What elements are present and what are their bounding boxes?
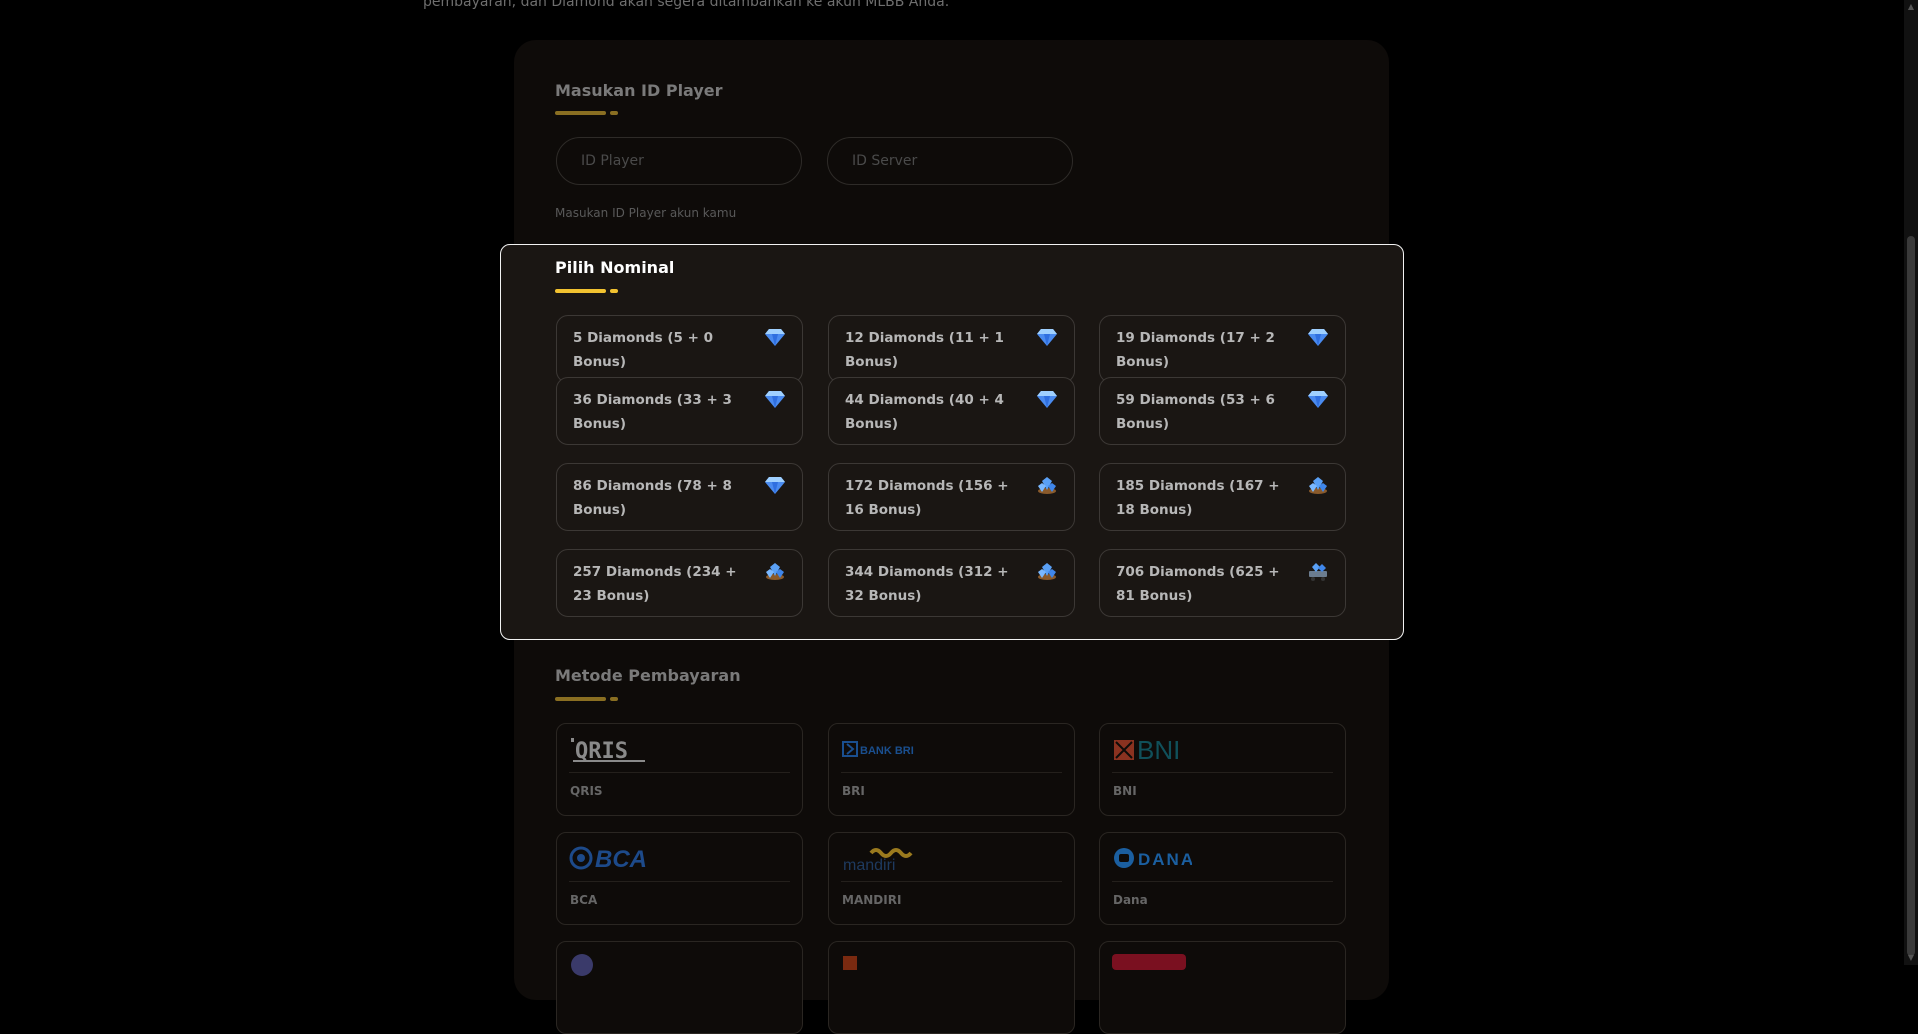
dana-logo: DANA: [1112, 843, 1193, 873]
svg-text:DANA: DANA: [1138, 850, 1192, 869]
payment-method-mandiri[interactable]: mandiri MANDIRI: [828, 832, 1075, 925]
nominal-item-5[interactable]: 5 Diamonds (5 + 0 Bonus): [556, 315, 803, 383]
payment-divider: [1112, 772, 1333, 773]
diamond-pile-icon: [1309, 477, 1327, 494]
nominal-item-706[interactable]: 706 Diamonds (625 + 81 Bonus): [1099, 549, 1346, 617]
payment-method-bni[interactable]: BNI BNI: [1099, 723, 1346, 816]
nominal-item-185[interactable]: 185 Diamonds (167 + 18 Bonus): [1099, 463, 1346, 531]
diamond-pile-icon: [1038, 477, 1056, 494]
payment-method-bca[interactable]: BCA BCA: [556, 832, 803, 925]
diamond-icon: [765, 329, 785, 346]
svg-text:BCA: BCA: [595, 846, 647, 873]
diamond-cart-icon: [1309, 563, 1327, 581]
nominal-item-172[interactable]: 172 Diamonds (156 + 16 Bonus): [828, 463, 1075, 531]
diamond-icon: [1037, 391, 1057, 408]
payment-divider: [841, 881, 1062, 882]
nominal-item-59[interactable]: 59 Diamonds (53 + 6 Bonus): [1099, 377, 1346, 445]
intro-text: pembayaran, dan Diamond akan segera dita…: [423, 0, 950, 10]
payment-logo-icon: [843, 956, 857, 970]
nominal-item-label: 59 Diamonds (53 + 6 Bonus): [1116, 392, 1275, 432]
payment-divider: [841, 772, 1062, 773]
bni-logo: BNI: [1112, 734, 1192, 765]
payment-method-qris[interactable]: QRIS QRIS: [556, 723, 803, 816]
nominal-item-label: 172 Diamonds (156 + 16 Bonus): [845, 478, 1009, 518]
svg-text:mandiri: mandiri: [843, 857, 895, 873]
nominal-item-label: 19 Diamonds (17 + 2 Bonus): [1116, 330, 1275, 370]
payment-method-name: Dana: [1113, 893, 1148, 907]
diamond-pile-icon: [1038, 563, 1056, 580]
payment-logo-icon: [571, 954, 593, 976]
player-id-hint: Masukan ID Player akun kamu: [555, 206, 737, 220]
nominal-item-36[interactable]: 36 Diamonds (33 + 3 Bonus): [556, 377, 803, 445]
nominal-item-label: 344 Diamonds (312 + 32 Bonus): [845, 564, 1009, 604]
payment-divider: [569, 881, 790, 882]
payment-method-name: BCA: [570, 893, 598, 907]
nominal-item-label: 5 Diamonds (5 + 0 Bonus): [573, 330, 714, 370]
bri-logo: BANK BRI: [841, 734, 921, 764]
mandiri-logo: mandiri: [841, 843, 921, 874]
nominal-section-title: Pilih Nominal: [555, 258, 675, 277]
svg-text:BNI: BNI: [1137, 735, 1180, 764]
qris-logo: QRIS: [569, 734, 649, 764]
nominal-item-344[interactable]: 344 Diamonds (312 + 32 Bonus): [828, 549, 1075, 617]
diamond-icon: [1308, 391, 1328, 408]
diamond-icon: [765, 477, 785, 494]
nominal-item-257[interactable]: 257 Diamonds (234 + 23 Bonus): [556, 549, 803, 617]
payment-method-bri[interactable]: BANK BRI BRI: [828, 723, 1075, 816]
diamond-icon: [765, 391, 785, 408]
diamond-icon: [1308, 329, 1328, 346]
payment-section-title: Metode Pembayaran: [555, 666, 741, 685]
nominal-item-label: 257 Diamonds (234 + 23 Bonus): [573, 564, 737, 604]
nominal-item-12[interactable]: 12 Diamonds (11 + 1 Bonus): [828, 315, 1075, 383]
scrollbar[interactable]: ▲ ▼: [1904, 0, 1918, 965]
nominal-item-86[interactable]: 86 Diamonds (78 + 8 Bonus): [556, 463, 803, 531]
player-section-title: Masukan ID Player: [555, 81, 723, 100]
nominal-item-label: 185 Diamonds (167 + 18 Bonus): [1116, 478, 1280, 518]
nominal-item-label: 706 Diamonds (625 + 81 Bonus): [1116, 564, 1280, 604]
nominal-item-44[interactable]: 44 Diamonds (40 + 4 Bonus): [828, 377, 1075, 445]
payment-method-name: QRIS: [570, 784, 603, 798]
payment-method-name: BRI: [842, 784, 865, 798]
scroll-down-arrow[interactable]: ▼: [1907, 953, 1915, 963]
nominal-item-label: 12 Diamonds (11 + 1 Bonus): [845, 330, 1004, 370]
payment-divider: [569, 772, 790, 773]
payment-method-dana[interactable]: DANA Dana: [1099, 832, 1346, 925]
diamond-pile-icon: [766, 563, 784, 580]
payment-method-partial[interactable]: [828, 941, 1075, 1034]
diamond-icon: [1037, 329, 1057, 346]
payment-logo-icon: [1112, 954, 1186, 970]
nominal-item-label: 36 Diamonds (33 + 3 Bonus): [573, 392, 732, 432]
nominal-item-19[interactable]: 19 Diamonds (17 + 2 Bonus): [1099, 315, 1346, 383]
payment-divider: [1112, 881, 1333, 882]
scroll-thumb[interactable]: [1907, 236, 1915, 956]
payment-method-partial[interactable]: [556, 941, 803, 1034]
nominal-item-label: 86 Diamonds (78 + 8 Bonus): [573, 478, 732, 518]
svg-text:BANK BRI: BANK BRI: [860, 745, 914, 757]
payment-method-name: BNI: [1113, 784, 1137, 798]
nominal-item-label: 44 Diamonds (40 + 4 Bonus): [845, 392, 1004, 432]
bca-logo: BCA: [569, 843, 649, 873]
scroll-up-arrow[interactable]: ▲: [1907, 2, 1915, 12]
player-id-input[interactable]: [556, 137, 802, 185]
payment-method-name: MANDIRI: [842, 893, 902, 907]
server-id-input[interactable]: [827, 137, 1073, 185]
payment-method-partial[interactable]: [1099, 941, 1346, 1034]
